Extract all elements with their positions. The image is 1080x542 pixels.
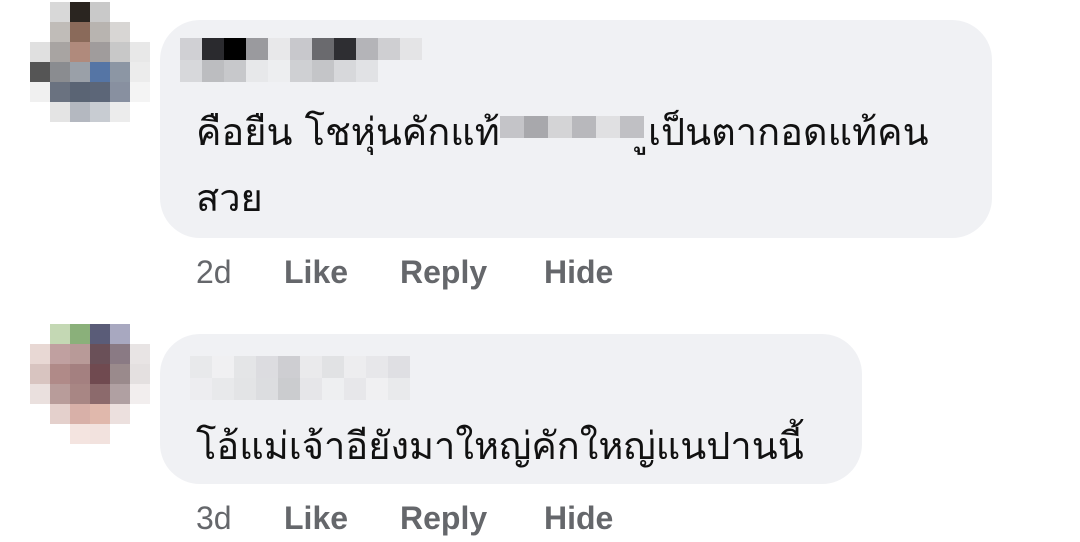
comment-text: โอ้แม่เจ้าอียังมาใหญ่คักใหญ่แนปานนี้ bbox=[196, 424, 804, 468]
comment-item: คือยืน โชหุ่นคักแท้ ูเป็นตากอดแท้คน สวย … bbox=[0, 0, 1080, 300]
author-name-redacted-row2 bbox=[180, 60, 378, 82]
comment-actions: 3d Like Reply Hide bbox=[196, 500, 613, 537]
comment-text-line1: คือยืน โชหุ่นคักแท้ bbox=[196, 98, 500, 166]
reply-button[interactable]: Reply bbox=[400, 254, 544, 291]
comment-text-part1: คือยืน โชหุ่นคักแท้ bbox=[196, 110, 500, 154]
hide-button[interactable]: Hide bbox=[544, 500, 613, 537]
reply-button[interactable]: Reply bbox=[400, 500, 544, 537]
comment-text-line2: สวย bbox=[196, 176, 263, 220]
avatar[interactable] bbox=[30, 324, 150, 464]
avatar[interactable] bbox=[30, 2, 150, 142]
comment-timestamp[interactable]: 3d bbox=[196, 500, 284, 537]
comment-actions: 2d Like Reply Hide bbox=[196, 254, 613, 291]
comment-item: โอ้แม่เจ้าอียังมาใหญ่คักใหญ่แนปานนี้ 3d … bbox=[0, 300, 1080, 542]
author-name-redacted[interactable] bbox=[180, 38, 422, 60]
redacted-text-patch bbox=[500, 116, 644, 138]
author-name-redacted[interactable] bbox=[190, 356, 410, 378]
hide-button[interactable]: Hide bbox=[544, 254, 613, 291]
comment-timestamp[interactable]: 2d bbox=[196, 254, 284, 291]
author-name-redacted-row2 bbox=[190, 378, 410, 400]
like-button[interactable]: Like bbox=[284, 500, 400, 537]
comment-text-line1-tail: ูเป็นตากอดแท้คน bbox=[648, 110, 929, 154]
like-button[interactable]: Like bbox=[284, 254, 400, 291]
